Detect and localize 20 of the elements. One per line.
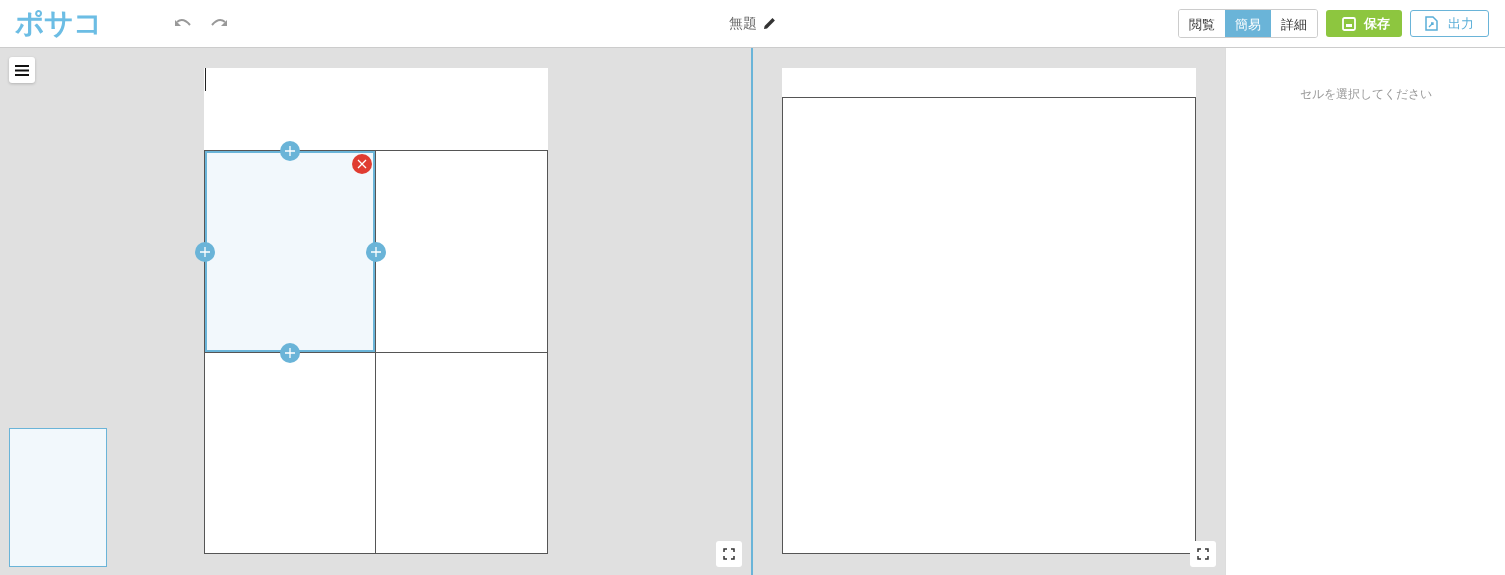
document-title: 無題 xyxy=(729,14,757,33)
view-mode-tab[interactable]: 簡易 xyxy=(1225,10,1271,37)
fullscreen-icon[interactable] xyxy=(716,541,742,567)
page-thumbnail[interactable] xyxy=(9,428,107,567)
empty-selection-message: セルを選択してください xyxy=(1299,86,1432,103)
panel-cell[interactable] xyxy=(376,151,548,353)
panel-cell[interactable] xyxy=(376,352,548,554)
text-cursor xyxy=(204,68,206,91)
menu-icon[interactable] xyxy=(9,57,35,83)
export-button[interactable]: 出力 xyxy=(1410,10,1489,37)
pencil-icon[interactable] xyxy=(763,17,776,30)
document-icon xyxy=(1425,16,1438,31)
add-icon[interactable] xyxy=(280,141,301,161)
app-logo[interactable]: ポサコ xyxy=(15,3,102,44)
panel-cell[interactable] xyxy=(204,352,376,554)
delete-icon[interactable] xyxy=(352,154,372,174)
add-icon[interactable] xyxy=(194,241,215,262)
fullscreen-icon[interactable] xyxy=(1190,541,1216,567)
panel-cell[interactable] xyxy=(204,151,376,353)
save-button[interactable]: 保存 xyxy=(1326,10,1402,37)
